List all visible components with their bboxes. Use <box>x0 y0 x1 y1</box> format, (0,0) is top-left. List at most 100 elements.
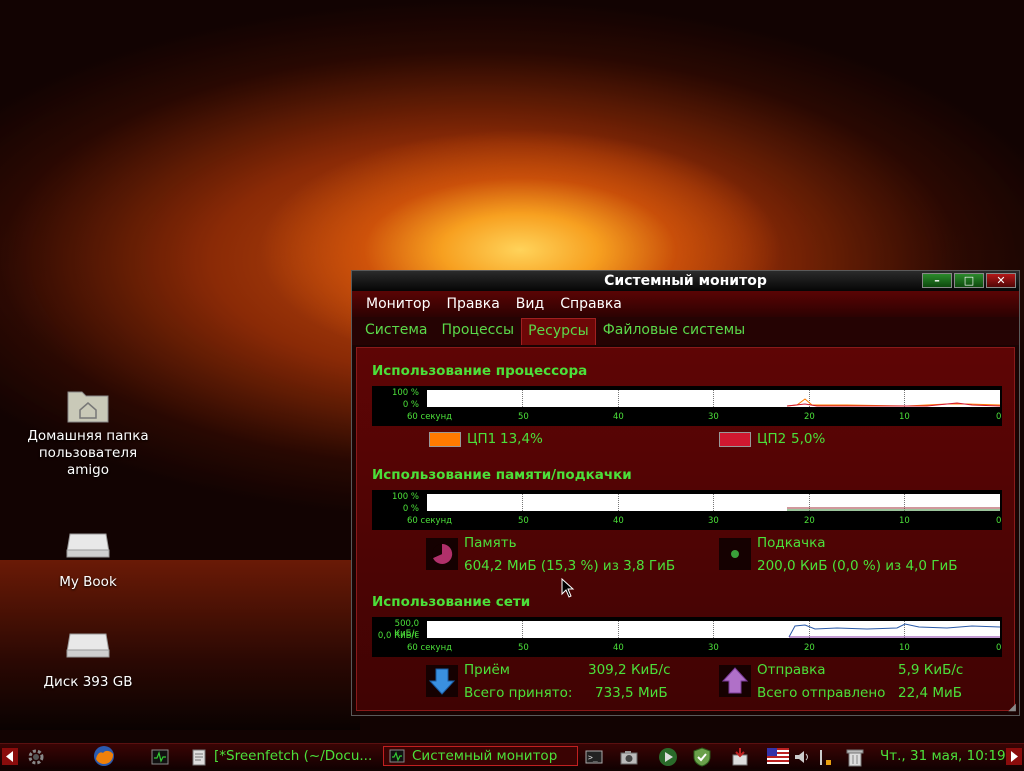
receive-arrow-icon[interactable] <box>426 665 458 697</box>
tab-filesystems[interactable]: Файловые системы <box>596 317 753 345</box>
desktop-icon-mybook[interactable]: My Book <box>23 530 153 591</box>
resize-grip-icon[interactable]: ◢ <box>1008 702 1016 713</box>
taskbar: [*Sreenfetch (~/Docu... Системный монито… <box>0 743 1024 769</box>
cpu-y-top: 100 % <box>391 388 419 398</box>
cpu1-color-swatch[interactable] <box>429 432 461 447</box>
system-monitor-icon <box>389 748 407 766</box>
text-editor-icon[interactable] <box>190 748 208 766</box>
desktop-icon-home[interactable]: Домашняя папка пользователя amigo <box>23 384 153 479</box>
minimize-button[interactable]: – <box>922 273 952 288</box>
network-x-label: 20 <box>804 643 815 653</box>
receive-label: Приём <box>464 662 510 678</box>
memory-x-label: 50 <box>518 516 529 526</box>
cpu1-label: ЦП1 <box>467 431 497 447</box>
receive-line <box>788 623 1000 638</box>
network-antenna-icon[interactable] <box>815 748 833 766</box>
memory-x-label: 40 <box>613 516 624 526</box>
network-y-bottom: 0,0 КиБ/с <box>377 631 419 641</box>
cpu-x-label: 20 <box>804 412 815 422</box>
cpu2-value: 5,0% <box>791 431 826 447</box>
network-x-label: 40 <box>613 643 624 653</box>
drive-icon <box>66 630 110 670</box>
cpu-x-label: 30 <box>708 412 719 422</box>
cpu-x-label: 60 секунд <box>407 412 453 422</box>
tab-system[interactable]: Система <box>358 317 434 345</box>
firefox-icon[interactable] <box>93 745 115 767</box>
memory-x-label: 0 <box>996 516 1002 526</box>
cpu-x-label: 50 <box>518 412 529 422</box>
us-flag-keyboard-layout-icon[interactable] <box>767 748 789 766</box>
send-arrow-icon[interactable] <box>719 665 751 697</box>
maximize-button[interactable]: □ <box>954 273 984 288</box>
cpu-x-label: 0 <box>996 412 1002 422</box>
cpu-x-label: 10 <box>899 412 910 422</box>
send-rate: 5,9 КиБ/с <box>898 662 964 678</box>
network-graph-area <box>427 621 1000 638</box>
receive-total-label: Всего принято: <box>464 685 573 701</box>
taskbar-item-system-monitor[interactable]: Системный монитор <box>383 746 578 766</box>
menu-help[interactable]: Справка <box>560 296 622 312</box>
shield-check-icon[interactable] <box>692 747 712 767</box>
taskbar-item-system-monitor-label: Системный монитор <box>412 748 558 764</box>
trash-icon[interactable] <box>845 747 865 767</box>
tab-resources[interactable]: Ресурсы <box>521 318 596 345</box>
mouse-cursor-icon <box>561 577 575 602</box>
memory-x-label: 60 секунд <box>407 516 453 526</box>
taskbar-item-screenfetch[interactable]: [*Sreenfetch (~/Docu... <box>214 744 372 769</box>
network-x-label: 60 секунд <box>407 643 453 653</box>
memory-pie-icon[interactable] <box>426 538 458 570</box>
memory-label: Память <box>464 535 517 551</box>
cpu-x-label: 40 <box>613 412 624 422</box>
swap-pie-icon[interactable] <box>719 538 751 570</box>
scroll-left-arrow-icon[interactable] <box>2 748 18 765</box>
system-monitor-icon[interactable] <box>151 748 169 766</box>
window-title: Системный монитор <box>604 273 767 289</box>
memory-graph-area <box>427 494 1000 511</box>
home-folder-icon <box>66 384 110 424</box>
menu-edit[interactable]: Правка <box>447 296 500 312</box>
cpu-y-bottom: 0 % <box>402 400 419 410</box>
memory-graph: 100 % 0 % 60 секунд 50 40 30 20 10 0 <box>372 490 1002 530</box>
gear-icon[interactable] <box>27 748 45 766</box>
send-total-value: 22,4 МиБ <box>898 685 963 701</box>
tab-processes[interactable]: Процессы <box>434 317 521 345</box>
desktop-icon-disk[interactable]: Диск 393 GB <box>23 630 153 691</box>
memory-x-label: 10 <box>899 516 910 526</box>
swap-value: 200,0 КиБ (0,0 %) из 4,0 ГиБ <box>757 558 958 574</box>
desktop-icon-home-label: Домашняя папка пользователя amigo <box>27 428 149 478</box>
volume-speaker-icon[interactable] <box>793 748 811 766</box>
memory-y-top: 100 % <box>391 492 419 502</box>
media-play-icon[interactable] <box>658 747 678 767</box>
network-graph: 500,0 КиБ/с 0,0 КиБ/с 60 секунд 50 40 30… <box>372 617 1002 657</box>
send-total-label: Всего отправлено <box>757 685 886 701</box>
memory-x-label: 20 <box>804 516 815 526</box>
network-x-label: 0 <box>996 643 1002 653</box>
menu-view[interactable]: Вид <box>516 296 544 312</box>
screenshot-camera-icon[interactable] <box>620 748 638 766</box>
memory-y-bottom: 0 % <box>402 504 419 514</box>
memory-section-title: Использование памяти/подкачки <box>372 467 632 483</box>
network-section-title: Использование сети <box>372 594 531 610</box>
cpu2-color-swatch[interactable] <box>719 432 751 447</box>
close-button[interactable]: ✕ <box>986 273 1016 288</box>
menubar: Монитор Правка Вид Справка <box>352 291 1019 317</box>
cpu2-label: ЦП2 <box>757 431 787 447</box>
desktop-icon-mybook-label: My Book <box>59 574 117 590</box>
resources-panel: Использование процессора 100 % 0 % 60 се… <box>356 347 1015 711</box>
cpu-graph-area <box>427 390 1000 407</box>
clock[interactable]: Чт., 31 мая, 10:19 <box>880 744 1006 769</box>
memory-x-label: 30 <box>708 516 719 526</box>
menu-monitor[interactable]: Монитор <box>366 296 431 312</box>
memory-value: 604,2 МиБ (15,3 %) из 3,8 ГиБ <box>464 558 676 574</box>
scroll-right-arrow-icon[interactable] <box>1006 748 1022 765</box>
tab-bar: Система Процессы Ресурсы Файловые систем… <box>352 317 1019 345</box>
desktop-icon-disk-label: Диск 393 GB <box>43 674 133 690</box>
updates-icon[interactable] <box>730 747 750 767</box>
window-titlebar[interactable]: Системный монитор – □ ✕ <box>352 271 1019 291</box>
terminal-icon[interactable]: >_ <box>585 748 603 766</box>
receive-rate: 309,2 КиБ/с <box>588 662 671 678</box>
network-x-label: 10 <box>899 643 910 653</box>
svg-text:>_: >_ <box>588 753 598 762</box>
network-x-label: 50 <box>518 643 529 653</box>
send-label: Отправка <box>757 662 826 678</box>
